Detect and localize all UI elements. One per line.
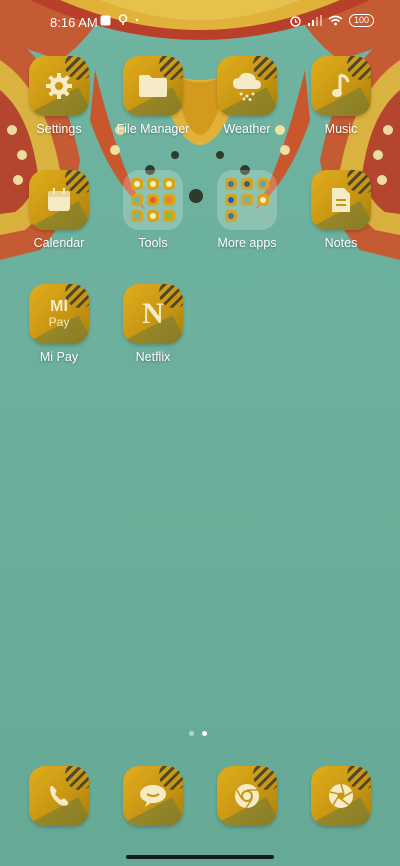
app-settings[interactable]: Settings	[12, 56, 106, 136]
browser-tile	[217, 766, 277, 826]
folder-app-icon	[163, 178, 175, 190]
notes-tile	[311, 170, 371, 230]
messages-icon	[123, 766, 183, 826]
folder-grid-icon	[131, 178, 175, 222]
tools-folder-tile	[123, 170, 183, 230]
folder-more-apps[interactable]: More apps	[200, 170, 294, 250]
app-netflix[interactable]: N Netflix	[106, 284, 200, 364]
status-right-icons: 100	[289, 14, 374, 27]
note-icon	[311, 170, 371, 230]
folder-label-more-apps: More apps	[217, 236, 277, 250]
messages-tile	[123, 766, 183, 826]
dot-icon	[135, 18, 139, 22]
app-notes[interactable]: Notes	[294, 170, 388, 250]
app-label-weather: Weather	[223, 122, 271, 136]
folder-app-icon	[225, 194, 237, 206]
location-pin-icon	[118, 14, 128, 25]
phone-icon	[29, 766, 89, 826]
app-mi-pay[interactable]: MI Pay Mi Pay	[12, 284, 106, 364]
folder-icon	[123, 56, 183, 116]
netflix-tile: N	[123, 284, 183, 344]
app-label-netflix: Netflix	[135, 350, 171, 364]
app-label-notes: Notes	[324, 236, 358, 250]
folder-app-icon	[163, 194, 175, 206]
folder-app-icon	[131, 194, 143, 206]
wifi-icon	[328, 15, 343, 26]
folder-app-icon	[225, 210, 237, 222]
folder-app-icon	[131, 210, 143, 222]
folder-app-icon	[241, 178, 253, 190]
camera-tile	[311, 766, 371, 826]
app-label-file-manager: File Manager	[116, 122, 190, 136]
notification-icon	[100, 15, 111, 25]
page-indicator[interactable]	[189, 731, 207, 736]
dock-messages[interactable]	[106, 766, 200, 826]
more-apps-folder-tile	[217, 170, 277, 230]
browser-icon	[217, 766, 277, 826]
folder-app-icon	[241, 194, 253, 206]
music-note-icon	[311, 56, 371, 116]
app-label-mi-pay: Mi Pay	[39, 350, 79, 364]
mi-pay-tile: MI Pay	[29, 284, 89, 344]
app-file-manager[interactable]: File Manager	[106, 56, 200, 136]
calendar-icon	[29, 170, 89, 230]
folder-app-icon	[163, 210, 175, 222]
status-bar: 8:16 AM 100	[0, 0, 400, 44]
phone-tile	[29, 766, 89, 826]
weather-tile	[217, 56, 277, 116]
alarm-icon	[290, 15, 301, 27]
folder-app-icon	[147, 178, 159, 190]
dock-camera[interactable]	[294, 766, 388, 826]
folder-app-icon	[257, 194, 269, 206]
mi-pay-icon: MI Pay	[29, 284, 89, 344]
signal-icon	[307, 15, 322, 26]
app-weather[interactable]: Weather	[200, 56, 294, 136]
app-calendar[interactable]: Calendar	[12, 170, 106, 250]
netflix-icon: N	[123, 284, 183, 344]
gesture-nav-bar[interactable]	[126, 855, 274, 859]
cloud-rain-icon	[217, 56, 277, 116]
calendar-tile	[29, 170, 89, 230]
folder-app-icon	[257, 178, 269, 190]
app-label-settings: Settings	[36, 122, 82, 136]
page-dot-active[interactable]	[202, 731, 207, 736]
netflix-logo: N	[142, 297, 164, 330]
app-music[interactable]: Music	[294, 56, 388, 136]
dock-phone[interactable]	[12, 766, 106, 826]
status-time: 8:16 AM	[50, 15, 98, 30]
music-tile	[311, 56, 371, 116]
app-label-calendar: Calendar	[33, 236, 85, 250]
page-dot[interactable]	[189, 731, 194, 736]
mi-logo-text: MI	[50, 298, 68, 315]
pay-text: Pay	[48, 315, 70, 329]
folder-app-icon	[131, 178, 143, 190]
folder-label-tools: Tools	[138, 236, 168, 250]
folder-tools[interactable]: Tools	[106, 170, 200, 250]
status-left-icons	[100, 14, 139, 26]
camera-icon	[311, 766, 371, 826]
folder-grid-icon	[225, 178, 269, 222]
gear-icon	[29, 56, 89, 116]
dock-browser[interactable]	[200, 766, 294, 826]
app-label-music: Music	[324, 122, 358, 136]
file-manager-tile	[123, 56, 183, 116]
folder-app-icon	[147, 194, 159, 206]
folder-app-icon	[147, 210, 159, 222]
battery-indicator: 100	[348, 14, 374, 27]
folder-app-icon	[225, 178, 237, 190]
settings-tile	[29, 56, 89, 116]
